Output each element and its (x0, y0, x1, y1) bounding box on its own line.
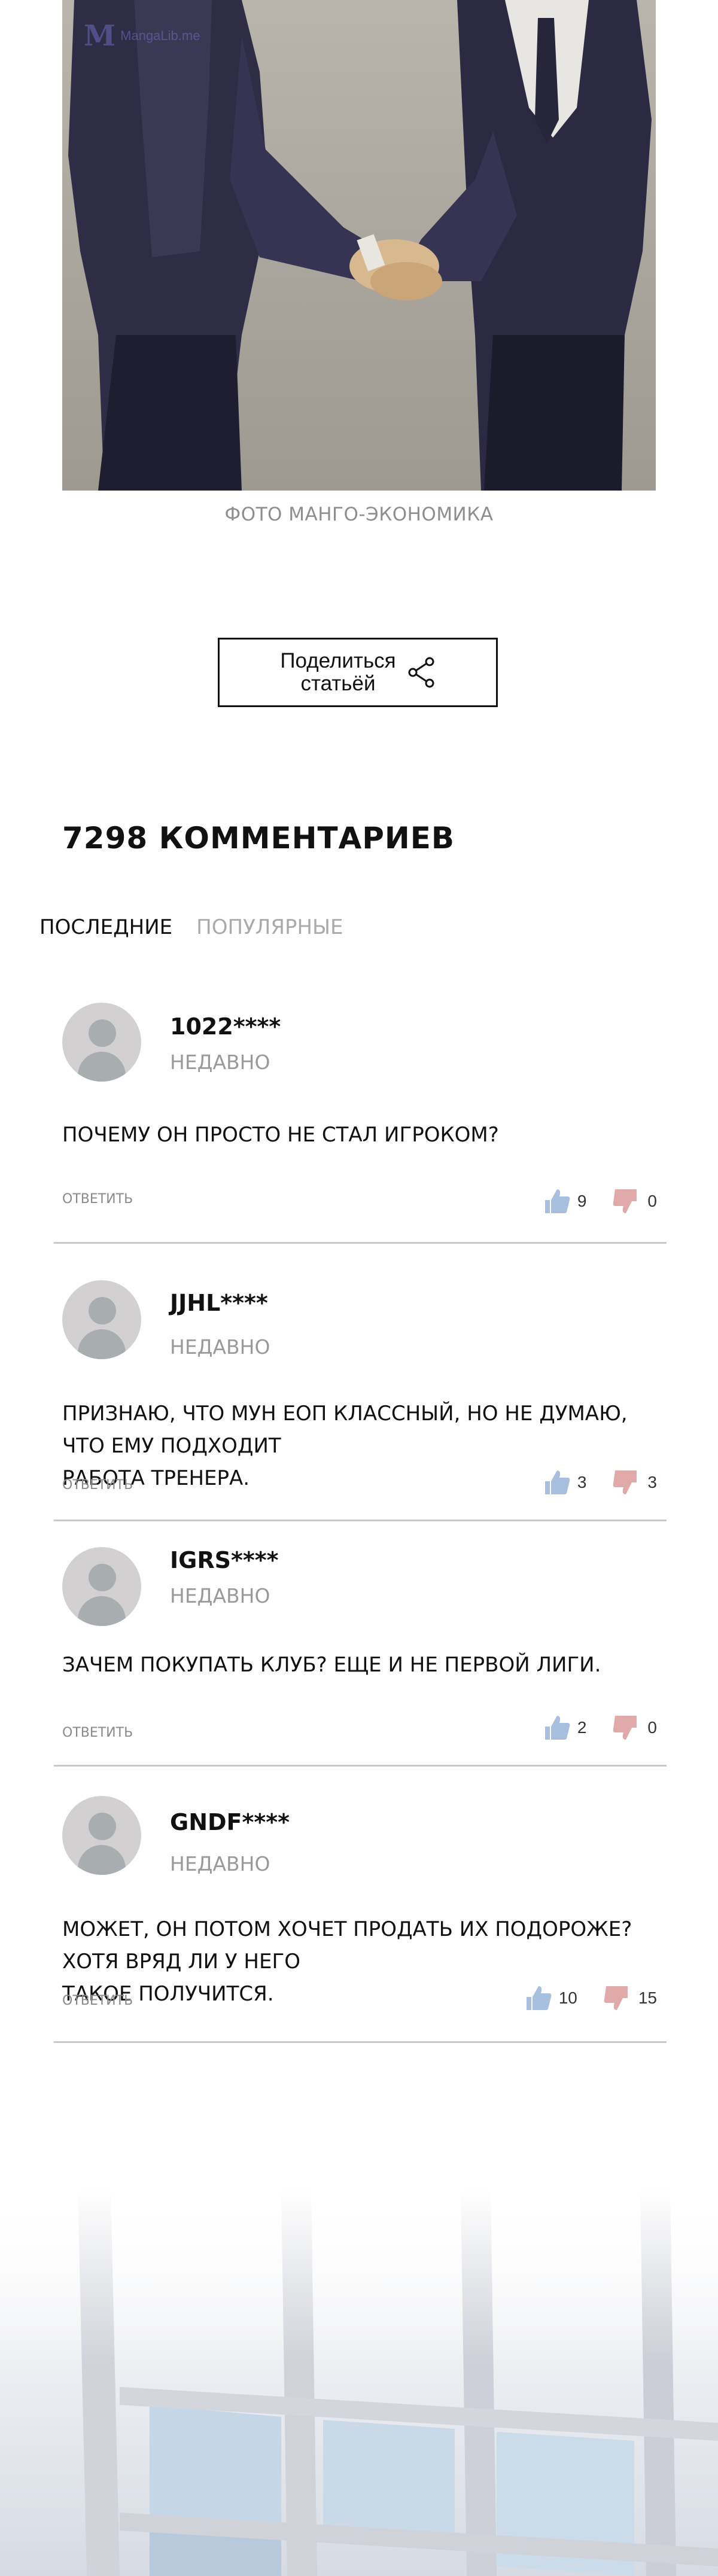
comment-username: 1022**** (170, 1013, 281, 1040)
reply-link[interactable]: ОТВЕТИТЬ (62, 1478, 133, 1493)
thumbs-down-icon (613, 1470, 637, 1494)
dislike-button[interactable]: 3 (613, 1469, 657, 1496)
like-button[interactable]: 10 (524, 1985, 577, 2011)
watermark-logo: M MangaLib.me (84, 19, 200, 53)
avatar (62, 1003, 141, 1082)
window-illustration (0, 2190, 718, 2576)
thumbs-up-icon (526, 1986, 552, 2010)
comment-text: ПОЧЕМУ ОН ПРОСТО НЕ СТАЛ ИГРОКОМ? (62, 1123, 499, 1147)
avatar (62, 1280, 141, 1359)
comment-time: НЕДАВНО (170, 1335, 270, 1359)
tab-popular[interactable]: ПОПУЛЯРНЫЕ (196, 915, 343, 939)
like-button[interactable]: 9 (543, 1188, 586, 1214)
thumbs-up-icon (544, 1716, 570, 1740)
thumbs-down-icon (613, 1189, 637, 1213)
comment-text: ЗАЧЕМ ПОКУПАТЬ КЛУБ? ЕЩЕ И НЕ ПЕРВОЙ ЛИГ… (62, 1653, 601, 1677)
reply-link[interactable]: ОТВЕТИТЬ (62, 1725, 133, 1740)
vote-bar: 9 0 (543, 1188, 657, 1214)
reply-link[interactable]: ОТВЕТИТЬ (62, 1192, 133, 1207)
avatar (62, 1547, 141, 1626)
comment-time: НЕДАВНО (170, 1051, 270, 1074)
avatar (62, 1796, 141, 1875)
vote-bar: 10 15 (524, 1985, 657, 2011)
thumbs-up-icon (544, 1189, 570, 1213)
like-button[interactable]: 2 (543, 1715, 586, 1741)
handshake-illustration: M MangaLib.me (62, 0, 656, 491)
dislike-button[interactable]: 15 (604, 1985, 657, 2011)
comment-divider (54, 1765, 667, 1767)
photo-caption: ФОТО МАНГО-ЭКОНОМИКА (224, 504, 494, 525)
share-label: Поделиться статьёй (280, 649, 396, 695)
comment-username: IGRS**** (170, 1547, 279, 1573)
comment-time: НЕДАВНО (170, 1584, 270, 1607)
comment-divider (54, 2041, 667, 2043)
vote-bar: 2 0 (543, 1715, 657, 1741)
share-icon (408, 657, 434, 688)
thumbs-up-icon (544, 1470, 570, 1494)
comment-username: GNDF**** (170, 1809, 290, 1835)
reply-link[interactable]: ОТВЕТИТЬ (62, 1993, 133, 2008)
thumbs-down-icon (613, 1716, 637, 1740)
like-button[interactable]: 3 (543, 1469, 586, 1496)
comment-divider (54, 1520, 667, 1521)
share-article-button[interactable]: Поделиться статьёй (218, 638, 498, 707)
dislike-button[interactable]: 0 (613, 1715, 657, 1741)
comment-time: НЕДАВНО (170, 1852, 270, 1875)
comment-username: JJHL**** (170, 1290, 268, 1316)
comments-count: 7298 КОММЕНТАРИЕВ (62, 821, 455, 855)
comment-tabs: ПОСЛЕДНИЕ ПОПУЛЯРНЫЕ (39, 915, 343, 939)
thumbs-down-icon (604, 1986, 628, 2010)
dislike-button[interactable]: 0 (613, 1188, 657, 1214)
vote-bar: 3 3 (543, 1469, 657, 1496)
tab-latest[interactable]: ПОСЛЕДНИЕ (39, 915, 172, 939)
comment-divider (54, 1242, 667, 1244)
